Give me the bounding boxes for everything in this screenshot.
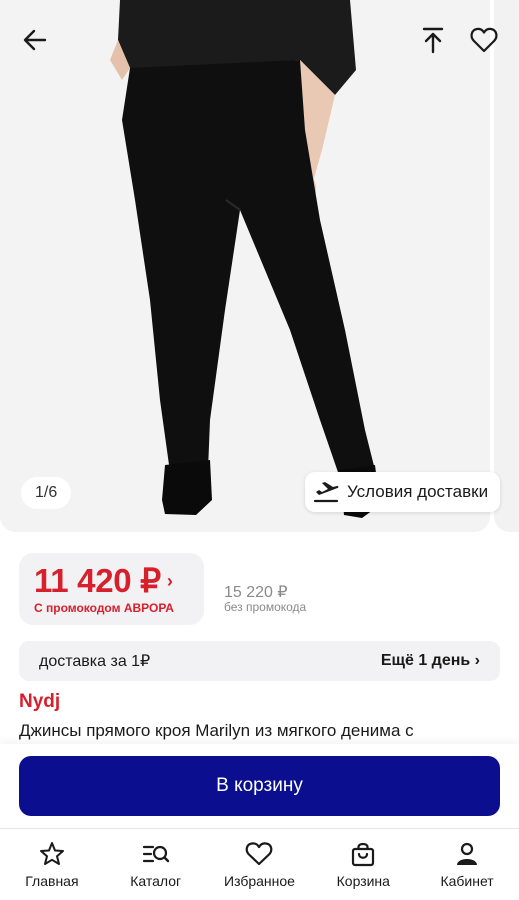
star-icon [39, 842, 64, 865]
delivery-terms-chip[interactable]: Условия доставки [305, 472, 501, 512]
cart-bar: В корзину [0, 744, 519, 828]
favorite-button[interactable] [466, 22, 502, 58]
brand-link[interactable]: Nydj [19, 691, 60, 713]
bottom-navigation: Главная Каталог Избранное Корзина Кабине… [0, 828, 519, 900]
delivery-price-label: доставка за 1₽ [39, 653, 151, 670]
product-gallery[interactable]: 1/6 Условия доставки [0, 0, 519, 532]
nav-label-cart: Корзина [336, 873, 390, 889]
current-price: 11 420 ₽ [34, 562, 161, 599]
share-up-icon [422, 27, 444, 54]
add-to-cart-button[interactable]: В корзину [19, 756, 500, 816]
nav-item-home[interactable]: Главная [0, 829, 104, 900]
user-icon [457, 842, 478, 865]
nav-label-favorites: Избранное [224, 873, 295, 889]
photo-counter: 1/6 [21, 477, 72, 509]
catalog-search-icon [142, 845, 169, 863]
plane-departure-icon [313, 482, 339, 503]
promo-price-card[interactable]: 11 420 ₽ › С промокодом АВРОРА [19, 553, 204, 625]
next-photo-peek[interactable] [494, 0, 519, 532]
nav-label-account: Кабинет [440, 873, 494, 889]
promo-code-label: С промокодом АВРОРА [34, 601, 174, 615]
old-price-note: без промокода [224, 600, 307, 614]
old-price: 15 220 ₽ [224, 584, 288, 601]
nav-item-account[interactable]: Кабинет [415, 829, 519, 900]
product-title: Джинсы прямого кроя Marilyn из мягкого д… [19, 721, 414, 740]
heart-icon [246, 842, 273, 866]
nav-item-favorites[interactable]: Избранное [208, 829, 312, 900]
arrow-left-icon [23, 29, 47, 51]
chevron-right-icon: › [166, 570, 173, 591]
back-button[interactable] [17, 22, 53, 58]
share-button[interactable] [415, 22, 451, 58]
nav-item-cart[interactable]: Корзина [311, 829, 415, 900]
nav-label-home: Главная [25, 873, 79, 889]
product-image [0, 0, 490, 532]
nav-label-catalog: Каталог [130, 873, 182, 889]
bag-icon [352, 842, 375, 867]
product-photo[interactable] [0, 0, 490, 532]
heart-outline-icon [470, 27, 498, 53]
delivery-more-days: Ещё 1 день › [380, 652, 480, 669]
delivery-options-row[interactable]: доставка за 1₽ Ещё 1 день › [19, 641, 500, 681]
delivery-terms-label: Условия доставки [347, 482, 489, 501]
nav-item-catalog[interactable]: Каталог [104, 829, 208, 900]
